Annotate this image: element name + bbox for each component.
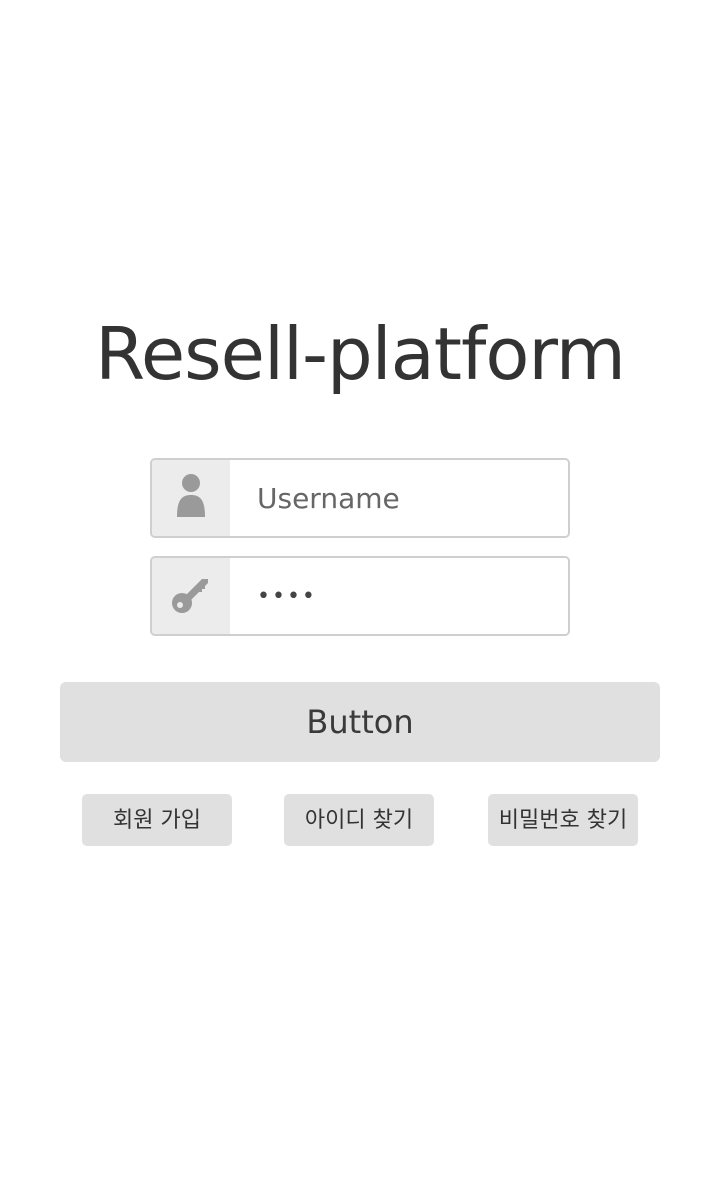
find-id-button-label: 아이디 찾기 xyxy=(304,808,414,833)
username-field xyxy=(150,458,570,538)
user-icon xyxy=(175,473,207,523)
login-button-label: Button xyxy=(306,703,414,741)
find-password-button-label: 비밀번호 찾기 xyxy=(498,808,628,833)
find-password-button[interactable]: 비밀번호 찾기 xyxy=(488,794,638,846)
signup-button-label: 회원 가입 xyxy=(113,808,201,833)
login-button[interactable]: Button xyxy=(60,682,660,762)
key-icon xyxy=(171,574,211,618)
password-addon xyxy=(152,558,230,634)
app-title: Resell-platform xyxy=(95,312,626,396)
login-page: Resell-platform Button xyxy=(0,0,720,1200)
username-addon xyxy=(152,460,230,536)
signup-button[interactable]: 회원 가입 xyxy=(82,794,232,846)
find-id-button[interactable]: 아이디 찾기 xyxy=(284,794,434,846)
password-field xyxy=(150,556,570,636)
username-input[interactable] xyxy=(230,460,568,536)
password-input[interactable] xyxy=(230,558,568,634)
